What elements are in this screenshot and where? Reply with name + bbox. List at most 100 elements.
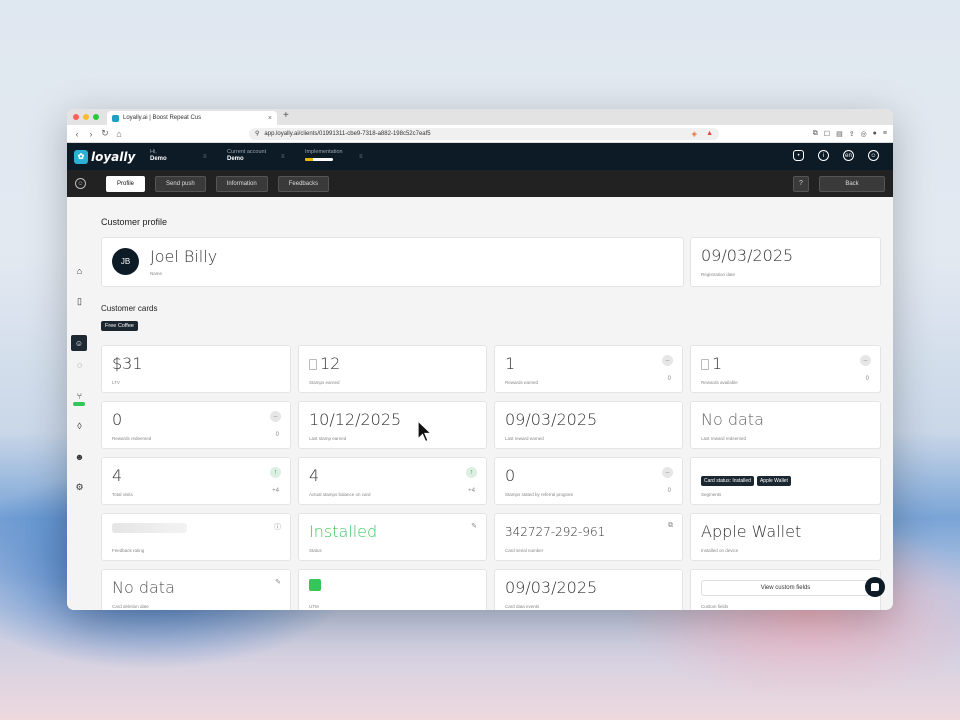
sidebar-icon[interactable]: ▤ bbox=[836, 130, 843, 138]
greeting: Hi, Demo bbox=[150, 149, 167, 163]
account-switch-icon[interactable]: ≡ bbox=[281, 154, 285, 160]
installed-device-value: Apple Wallet bbox=[701, 522, 802, 541]
menu-icon[interactable]: ≡ bbox=[883, 130, 887, 138]
bookmark-icon[interactable]: ☐ bbox=[824, 130, 830, 138]
greeting-label: Hi, bbox=[150, 149, 157, 155]
tab-title: Loyally.ai | Boost Repeat Cus bbox=[123, 115, 202, 121]
status-card: Installed ✎ Status bbox=[298, 513, 487, 561]
messages-nav-icon[interactable]: ◌ bbox=[73, 358, 86, 371]
utm-indicator-icon bbox=[309, 579, 321, 591]
plus-icon[interactable]: ↑ bbox=[270, 467, 281, 478]
minus-icon[interactable]: – bbox=[662, 355, 673, 366]
close-tab-icon[interactable]: × bbox=[268, 115, 272, 122]
wallet-icon[interactable]: ◎ bbox=[861, 130, 867, 138]
brave-shield-icon[interactable]: ◈ bbox=[692, 130, 697, 138]
browser-tab[interactable]: Loyally.ai | Boost Repeat Cus × bbox=[107, 111, 277, 125]
stamps-earned-label: Stamps earned bbox=[309, 380, 340, 385]
card-deletion-card: No data ✎ Card deletion date bbox=[101, 569, 291, 610]
logo-mark-icon: ✿ bbox=[74, 149, 88, 164]
forward-arrow-icon[interactable]: › bbox=[87, 129, 95, 139]
card-created-value: 09/03/2025 bbox=[505, 578, 598, 597]
utm-label: UTM bbox=[309, 604, 319, 609]
back-arrow-icon[interactable]: ‹ bbox=[73, 129, 81, 139]
customer-profile-title: Customer profile bbox=[101, 217, 168, 227]
warning-icon[interactable]: ▲ bbox=[706, 130, 713, 137]
help-button[interactable]: ? bbox=[793, 175, 809, 192]
segments-card: Card status: Installed Apple Wallet Segme… bbox=[690, 457, 881, 505]
edit-icon[interactable]: ✎ bbox=[471, 522, 477, 530]
new-tab-button[interactable]: + bbox=[283, 110, 289, 121]
back-button[interactable]: Back bbox=[819, 175, 885, 192]
rewards-redeemed-card: 0 Rewards redeemed – 0 bbox=[101, 401, 291, 449]
extension-icon[interactable]: ⧉ bbox=[813, 130, 818, 138]
total-visits-card: 4 Total visits ↑ +4 bbox=[101, 457, 291, 505]
close-window-button[interactable] bbox=[73, 114, 79, 120]
segment-tag[interactable]: Card status: Installed bbox=[701, 476, 754, 486]
tab-send-push[interactable]: Send push bbox=[155, 175, 206, 192]
automation-nav-icon[interactable]: ⑂ bbox=[73, 389, 86, 402]
ltv-card: $31 LTV bbox=[101, 345, 291, 393]
chat-support-button[interactable] bbox=[865, 577, 885, 597]
actual-stamps-card: 4 Actual stamps balance on card ↑ +4 bbox=[298, 457, 487, 505]
header-actions: • i en ☺ bbox=[793, 150, 879, 161]
account-icon[interactable]: ☺ bbox=[868, 150, 879, 161]
browser-window: Loyally.ai | Boost Repeat Cus × + ‹ › ↻ … bbox=[67, 109, 893, 610]
address-bar[interactable]: ⚲ app.loyally.ai/clients/01991311-cbe9-7… bbox=[249, 127, 719, 140]
installed-device-label: Installed on device bbox=[701, 548, 739, 553]
stamp-icon: · bbox=[309, 359, 317, 370]
current-account[interactable]: Current account Demo bbox=[227, 149, 266, 163]
team-nav-icon[interactable]: ☻ bbox=[73, 450, 86, 463]
share-icon[interactable]: ⇪ bbox=[849, 130, 855, 138]
loyally-logo[interactable]: ✿ loyally bbox=[74, 149, 135, 164]
last-stamp-label: Last stamp earned bbox=[309, 436, 347, 441]
feedback-rating-card: ⓘ Feedback rating bbox=[101, 513, 291, 561]
plus-icon[interactable]: ↑ bbox=[466, 467, 477, 478]
view-custom-fields-button[interactable]: View custom fields bbox=[701, 580, 870, 596]
language-icon[interactable]: en bbox=[843, 150, 854, 161]
account-name: Demo bbox=[227, 156, 244, 162]
edit-icon[interactable]: ✎ bbox=[275, 578, 281, 586]
cards-nav-icon[interactable]: ▯ bbox=[73, 295, 86, 308]
rewards-redeemed-label: Rewards redeemed bbox=[112, 436, 152, 441]
segments-label: Segments bbox=[701, 492, 722, 497]
customer-cards-title: Customer cards bbox=[101, 304, 158, 313]
home-nav-icon[interactable]: ⌂ bbox=[73, 264, 86, 277]
utm-card: UTM bbox=[298, 569, 487, 610]
reload-icon[interactable]: ↻ bbox=[101, 128, 109, 139]
tab-feedbacks[interactable]: Feedbacks bbox=[277, 175, 330, 192]
card-chip-free-coffee[interactable]: Free Coffee bbox=[101, 321, 138, 331]
chevron-icon[interactable]: ≡ bbox=[203, 154, 207, 160]
implementation-progress[interactable]: Implementation bbox=[305, 149, 343, 161]
referral-stamps-card: 0 Stamps stated by referral program – 0 bbox=[494, 457, 683, 505]
minimize-window-button[interactable] bbox=[83, 114, 89, 120]
page-body: ⌂ ▯ ☺ ◌ ⑂ ◊ ☻ ⚙ Customer profile JB Joel… bbox=[67, 197, 893, 610]
info-icon[interactable]: i bbox=[818, 150, 829, 161]
last-reward-redeemed-value: No data bbox=[701, 410, 764, 429]
minus-icon[interactable]: – bbox=[860, 355, 871, 366]
tab-information[interactable]: Information bbox=[215, 175, 268, 192]
copy-icon[interactable]: ⧉ bbox=[668, 522, 673, 530]
info-icon[interactable]: ⓘ bbox=[274, 522, 281, 532]
minus-icon[interactable]: – bbox=[662, 467, 673, 478]
implementation-menu-icon[interactable]: ≡ bbox=[359, 154, 363, 160]
referral-stamps-count: 0 bbox=[667, 488, 671, 494]
security-nav-icon[interactable]: ◊ bbox=[73, 419, 86, 432]
settings-nav-icon[interactable]: ⚙ bbox=[73, 481, 86, 494]
notification-bell-icon[interactable]: • bbox=[793, 150, 804, 161]
implementation-progress-fill bbox=[305, 158, 314, 161]
feedback-rating-label: Feedback rating bbox=[112, 548, 145, 553]
installed-device-card: Apple Wallet Installed on device bbox=[690, 513, 881, 561]
tab-profile[interactable]: Profile bbox=[106, 175, 146, 192]
maximize-window-button[interactable] bbox=[93, 114, 99, 120]
rewards-earned-card: 1 Rewards earned – 0 bbox=[494, 345, 683, 393]
registration-date: 09/03/2025 bbox=[701, 246, 794, 265]
minus-icon[interactable]: – bbox=[270, 411, 281, 422]
site-settings-icon[interactable]: ⚲ bbox=[255, 130, 259, 137]
card-deletion-label: Card deletion date bbox=[112, 604, 149, 609]
last-reward-earned-value: 09/03/2025 bbox=[505, 410, 598, 429]
home-icon[interactable]: ⌂ bbox=[115, 129, 123, 139]
total-visits-count: +4 bbox=[272, 488, 279, 494]
vpn-icon[interactable]: ● bbox=[873, 130, 877, 138]
customers-nav-icon[interactable]: ☺ bbox=[71, 335, 87, 351]
segment-tag[interactable]: Apple Wallet bbox=[756, 476, 791, 486]
